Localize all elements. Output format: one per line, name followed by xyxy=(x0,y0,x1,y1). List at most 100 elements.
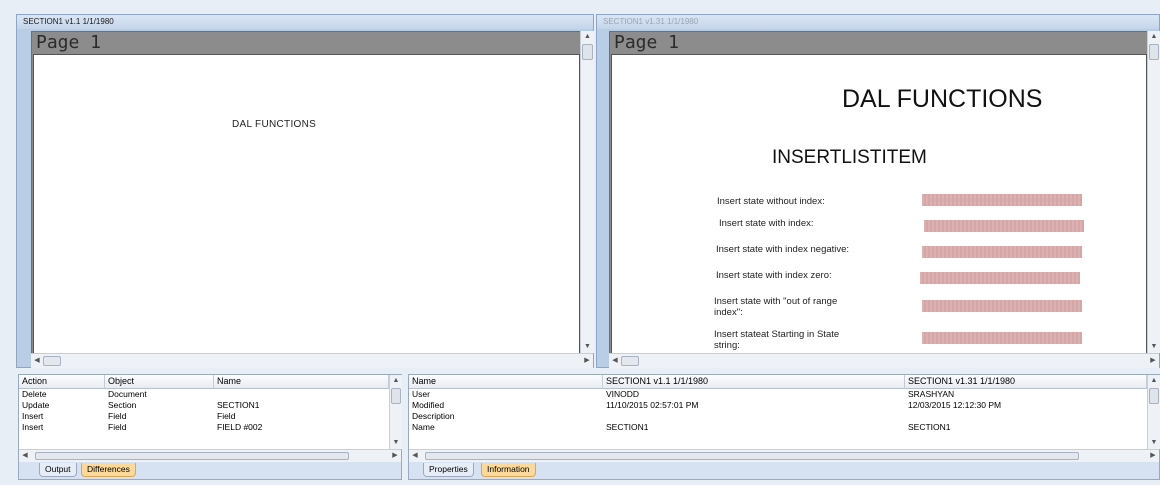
cell-left-value: 11/10/2015 02:57:01 PM xyxy=(606,400,699,410)
cell-name: Field xyxy=(217,411,236,421)
cell-name xyxy=(214,389,392,400)
down-arrow-icon[interactable]: ▼ xyxy=(390,437,402,449)
cell-property-name: Modified xyxy=(412,400,445,410)
up-arrow-icon[interactable]: ▲ xyxy=(1148,31,1160,43)
differences-grid: Action Object Name Delete Document Updat… xyxy=(18,374,402,462)
down-arrow-icon[interactable]: ▼ xyxy=(1148,437,1160,449)
left-hscroll-thumb[interactable] xyxy=(43,356,61,366)
cell-right-value xyxy=(905,411,1150,422)
field-value-6 xyxy=(922,332,1082,344)
cell-object: Field xyxy=(108,411,127,421)
differences-horizontal-scrollbar[interactable]: ◀ ▶ xyxy=(19,449,401,462)
table-row[interactable]: Modified 11/10/2015 02:57:01 PM 12/03/20… xyxy=(409,400,1147,411)
right-doc-subtitle: INSERTLISTITEM xyxy=(772,147,927,168)
left-horizontal-scrollbar[interactable]: ◀ ▶ xyxy=(31,353,593,368)
field-value-5 xyxy=(922,300,1082,312)
column-header-object[interactable]: Object xyxy=(105,375,214,388)
left-document-pane: SECTION1 v1.1 1/1/1980 Page 1 DAL FUNCTI… xyxy=(16,14,594,368)
differences-tab-strip: Output Differences xyxy=(18,462,402,480)
differences-vertical-scrollbar[interactable]: ▲ ▼ xyxy=(389,375,402,449)
field-label-6: Insert stateat Starting in State string: xyxy=(714,329,840,351)
cell-object: Field xyxy=(108,422,127,432)
left-arrow-icon[interactable]: ◀ xyxy=(31,354,43,368)
cell-left-value: SECTION1 xyxy=(606,422,649,432)
column-header-name[interactable]: Name xyxy=(409,375,603,388)
right-pane-title: SECTION1 v1.31 1/1/1980 xyxy=(597,15,1159,29)
cell-right-value: SRASHYAN xyxy=(908,389,955,399)
right-vertical-scrollbar[interactable]: ▲ ▼ xyxy=(1147,31,1160,353)
differences-hscroll-thumb[interactable] xyxy=(35,452,349,460)
cell-action: Delete xyxy=(22,389,47,399)
right-hscroll-thumb[interactable] xyxy=(621,356,639,366)
cell-object: Document xyxy=(108,389,147,399)
column-header-left-version[interactable]: SECTION1 v1.1 1/1/1980 xyxy=(603,375,905,388)
field-label-5: Insert state with "out of range index": xyxy=(714,296,838,318)
table-row[interactable]: Delete Document xyxy=(19,389,389,400)
left-arrow-icon[interactable]: ◀ xyxy=(19,450,31,462)
field-label-4: Insert state with index zero: xyxy=(716,270,832,281)
right-arrow-icon[interactable]: ▶ xyxy=(581,354,593,368)
left-page-label: Page 1 xyxy=(36,32,102,53)
up-arrow-icon[interactable]: ▲ xyxy=(390,375,402,387)
differences-grid-header: Action Object Name xyxy=(19,375,389,389)
field-label-2: Insert state with index: xyxy=(719,218,814,229)
field-label-1: Insert state without index: xyxy=(717,196,825,207)
right-page-label: Page 1 xyxy=(614,32,680,53)
down-arrow-icon[interactable]: ▼ xyxy=(1148,341,1160,353)
cell-name: SECTION1 xyxy=(217,400,260,410)
right-arrow-icon[interactable]: ▶ xyxy=(1147,450,1159,462)
cell-left-value xyxy=(603,411,908,422)
left-vertical-scrollbar[interactable]: ▲ ▼ xyxy=(580,31,594,353)
down-arrow-icon[interactable]: ▼ xyxy=(581,341,594,353)
cell-property-name: User xyxy=(412,389,430,399)
field-value-2 xyxy=(924,220,1084,232)
field-value-3 xyxy=(922,246,1082,258)
cell-action: Insert xyxy=(22,422,44,432)
table-row[interactable]: Insert Field FIELD #002 xyxy=(19,422,389,433)
up-arrow-icon[interactable]: ▲ xyxy=(581,31,594,43)
cell-right-value: 12/03/2015 12:12:30 PM xyxy=(908,400,1002,410)
table-row[interactable]: User VINODD SRASHYAN xyxy=(409,389,1147,400)
field-value-1 xyxy=(922,194,1082,206)
properties-vscroll-thumb[interactable] xyxy=(1149,388,1159,404)
cell-right-value: SECTION1 xyxy=(908,422,951,432)
field-label-3: Insert state with index negative: xyxy=(716,244,850,255)
properties-vertical-scrollbar[interactable]: ▲ ▼ xyxy=(1147,375,1160,449)
left-page: DAL FUNCTIONS xyxy=(33,54,580,354)
cell-property-name: Name xyxy=(412,422,435,432)
tab-output[interactable]: Output xyxy=(39,463,77,477)
cell-name: FIELD #002 xyxy=(217,422,263,432)
cell-left-value: VINODD xyxy=(606,389,640,399)
tab-differences[interactable]: Differences xyxy=(81,463,136,477)
properties-hscroll-thumb[interactable] xyxy=(425,452,1079,460)
properties-tab-strip: Properties Information xyxy=(408,462,1160,480)
up-arrow-icon[interactable]: ▲ xyxy=(1148,375,1160,387)
right-horizontal-scrollbar[interactable]: ◀ ▶ xyxy=(609,353,1159,368)
properties-grid-header: Name SECTION1 v1.1 1/1/1980 SECTION1 v1.… xyxy=(409,375,1147,389)
left-vscroll-thumb[interactable] xyxy=(582,44,593,60)
right-arrow-icon[interactable]: ▶ xyxy=(1147,354,1159,368)
properties-grid: Name SECTION1 v1.1 1/1/1980 SECTION1 v1.… xyxy=(408,374,1160,462)
right-page-frame: Page 1 DAL FUNCTIONS INSERTLISTITEM Inse… xyxy=(609,31,1149,355)
table-row[interactable]: Insert Field Field xyxy=(19,411,389,422)
table-row[interactable]: Name SECTION1 SECTION1 xyxy=(409,422,1147,433)
table-row[interactable]: Description xyxy=(409,411,1147,422)
tab-properties[interactable]: Properties xyxy=(423,463,474,477)
right-vscroll-thumb[interactable] xyxy=(1149,44,1159,60)
cell-property-name: Description xyxy=(412,411,455,421)
differences-vscroll-thumb[interactable] xyxy=(391,388,401,404)
left-page-frame: Page 1 DAL FUNCTIONS xyxy=(31,31,582,355)
cell-action: Update xyxy=(22,400,50,410)
left-arrow-icon[interactable]: ◀ xyxy=(609,354,621,368)
right-document-pane: SECTION1 v1.31 1/1/1980 Page 1 DAL FUNCT… xyxy=(596,14,1160,368)
column-header-action[interactable]: Action xyxy=(19,375,105,388)
left-arrow-icon[interactable]: ◀ xyxy=(409,450,421,462)
cell-action: Insert xyxy=(22,411,44,421)
properties-horizontal-scrollbar[interactable]: ◀ ▶ xyxy=(409,449,1159,462)
table-row[interactable]: Update Section SECTION1 xyxy=(19,400,389,411)
column-header-right-version[interactable]: SECTION1 v1.31 1/1/1980 xyxy=(905,375,1147,388)
right-doc-title: DAL FUNCTIONS xyxy=(842,85,1043,113)
right-arrow-icon[interactable]: ▶ xyxy=(389,450,401,462)
tab-information[interactable]: Information xyxy=(481,463,536,477)
column-header-name[interactable]: Name xyxy=(214,375,389,388)
